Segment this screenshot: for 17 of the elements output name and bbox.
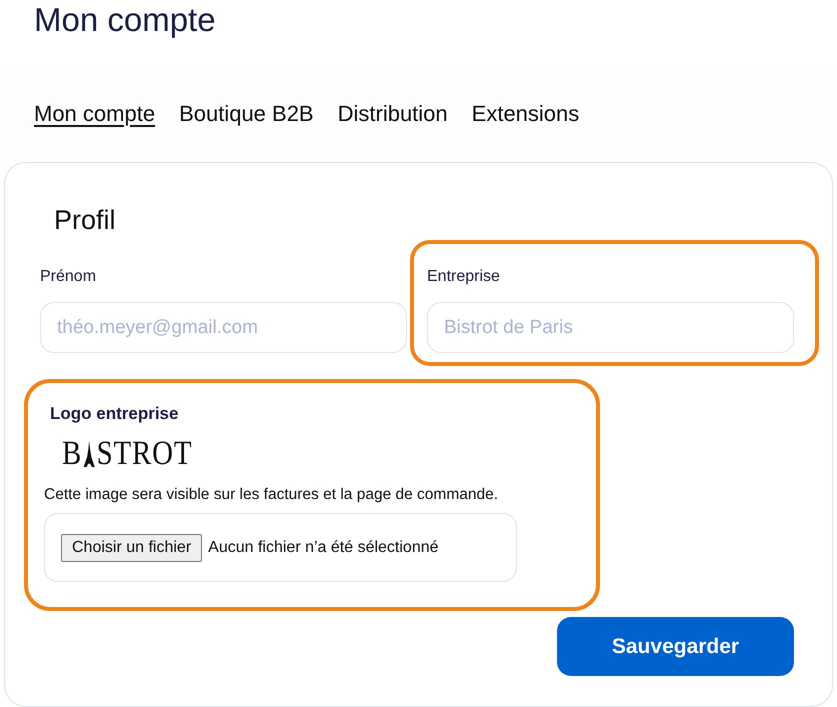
input-field[interactable]: théo.meyer@gmail.com [40, 302, 407, 353]
file-status: Aucun fichier n’a été sélectionné [208, 538, 439, 556]
file-input[interactable]: Choisir un fichier Aucun fichier n’a été sélectionné [44, 513, 517, 582]
section-title: Profil [54, 204, 117, 237]
tab[interactable]: Mon compte [34, 100, 156, 162]
field-label: Prénom [40, 267, 98, 287]
field-label: Entreprise [427, 267, 501, 287]
company-logo: B STROT [62, 437, 192, 471]
section-title: Logo entreprise [50, 403, 180, 425]
page-title: Mon compte [34, 0, 217, 40]
logo-hint: Cette image sera visible sur les factures et la page de commande. [44, 485, 500, 505]
save-button[interactable]: Sauvegarder [557, 617, 794, 676]
input-field[interactable]: Bistrot de Paris [427, 302, 794, 353]
tab[interactable]: Boutique B2B [179, 100, 314, 162]
choose-file-button[interactable]: Choisir un fichier [61, 534, 202, 562]
tab[interactable]: Extensions [472, 100, 580, 162]
tab[interactable]: Distribution [338, 100, 448, 162]
